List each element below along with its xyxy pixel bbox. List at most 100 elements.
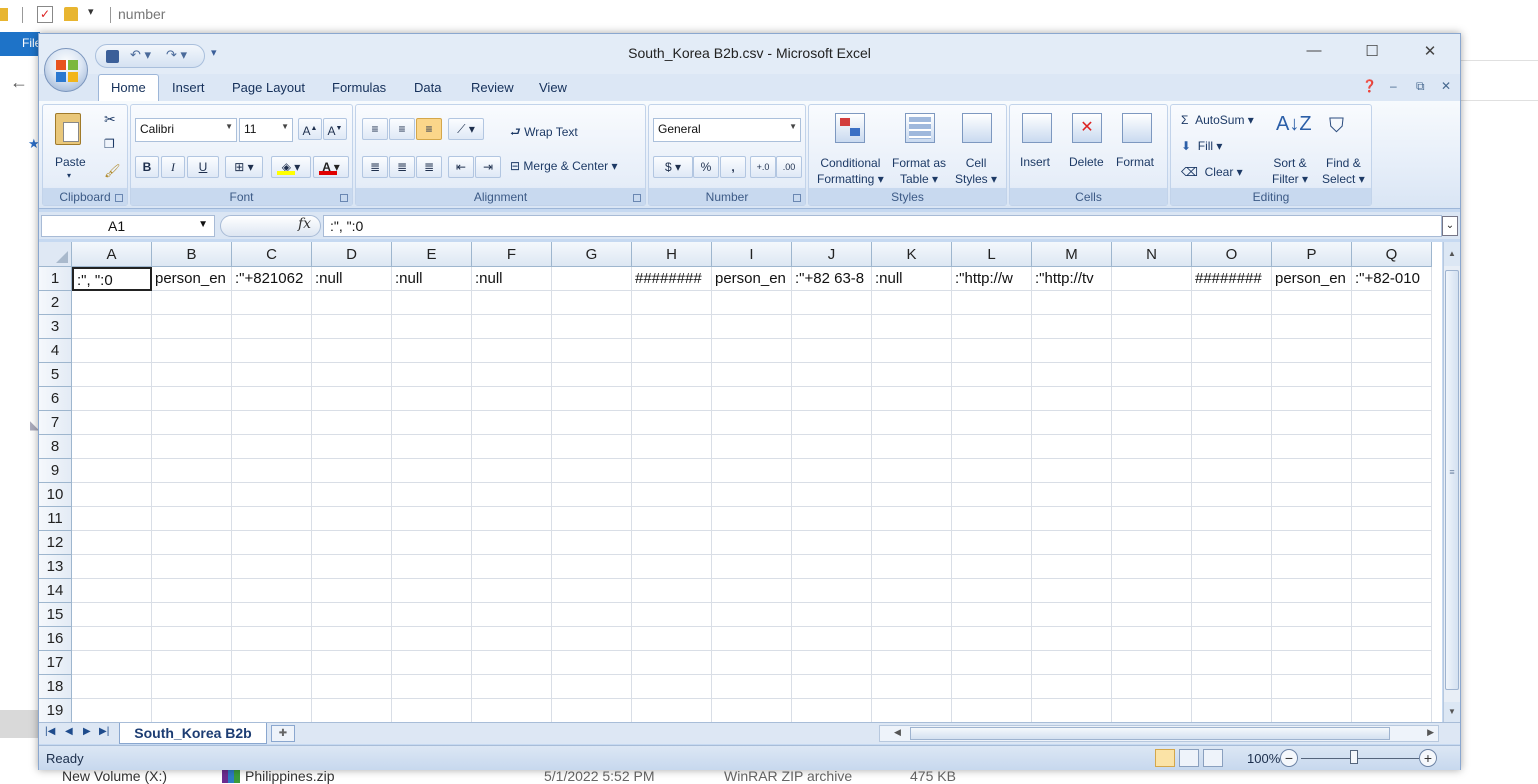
- cell-o7[interactable]: [1192, 411, 1272, 435]
- cell-c9[interactable]: [232, 459, 312, 483]
- cell-q13[interactable]: [1352, 555, 1432, 579]
- cell-a12[interactable]: [72, 531, 152, 555]
- vertical-scrollbar[interactable]: ▲ ≡ ▼: [1443, 242, 1460, 722]
- cell-styles-button[interactable]: Cell Styles ▾: [955, 155, 997, 187]
- cell-m13[interactable]: [1032, 555, 1112, 579]
- ribbon-close-icon[interactable]: ✕: [1441, 79, 1451, 93]
- cell-m3[interactable]: [1032, 315, 1112, 339]
- maximize-button[interactable]: ☐: [1357, 42, 1387, 60]
- ribbon-minimize-icon[interactable]: –: [1390, 79, 1397, 93]
- cell-b7[interactable]: [152, 411, 232, 435]
- cell-k10[interactable]: [872, 483, 952, 507]
- cell-h8[interactable]: [632, 435, 712, 459]
- column-header-e[interactable]: E: [392, 242, 472, 267]
- cell-n2[interactable]: [1112, 291, 1192, 315]
- cell-j15[interactable]: [792, 603, 872, 627]
- cell-c17[interactable]: [232, 651, 312, 675]
- cell-a14[interactable]: [72, 579, 152, 603]
- scroll-left-icon[interactable]: ◀: [894, 727, 901, 738]
- cell-e17[interactable]: [392, 651, 472, 675]
- cell-f5[interactable]: [472, 363, 552, 387]
- cell-i4[interactable]: [712, 339, 792, 363]
- cell-m8[interactable]: [1032, 435, 1112, 459]
- cell-n11[interactable]: [1112, 507, 1192, 531]
- select-all-button[interactable]: [39, 242, 72, 267]
- file-name[interactable]: Philippines.zip: [245, 768, 335, 784]
- insert-sheet-icon[interactable]: ✚: [271, 725, 295, 742]
- cell-k19[interactable]: [872, 699, 952, 722]
- cell-m7[interactable]: [1032, 411, 1112, 435]
- cell-c4[interactable]: [232, 339, 312, 363]
- cell-p9[interactable]: [1272, 459, 1352, 483]
- cell-k6[interactable]: [872, 387, 952, 411]
- cell-l9[interactable]: [952, 459, 1032, 483]
- row-header-19[interactable]: 19: [39, 699, 72, 722]
- cell-o5[interactable]: [1192, 363, 1272, 387]
- cell-i2[interactable]: [712, 291, 792, 315]
- cell-f18[interactable]: [472, 675, 552, 699]
- cell-m12[interactable]: [1032, 531, 1112, 555]
- cell-a11[interactable]: [72, 507, 152, 531]
- next-sheet-icon[interactable]: ▶: [83, 726, 91, 737]
- cut-icon[interactable]: ✂: [104, 111, 116, 128]
- cell-e6[interactable]: [392, 387, 472, 411]
- align-left-button[interactable]: ≣: [362, 156, 388, 178]
- cell-f11[interactable]: [472, 507, 552, 531]
- cell-i16[interactable]: [712, 627, 792, 651]
- cell-p1[interactable]: person_en: [1272, 267, 1352, 291]
- paste-button[interactable]: Paste: [55, 155, 86, 169]
- cell-l6[interactable]: [952, 387, 1032, 411]
- back-arrow-icon[interactable]: ←: [10, 72, 28, 93]
- cell-k13[interactable]: [872, 555, 952, 579]
- cell-n9[interactable]: [1112, 459, 1192, 483]
- cell-m16[interactable]: [1032, 627, 1112, 651]
- cell-n6[interactable]: [1112, 387, 1192, 411]
- cell-e9[interactable]: [392, 459, 472, 483]
- fill-color-button[interactable]: ◈ ▾: [271, 156, 311, 178]
- cell-o9[interactable]: [1192, 459, 1272, 483]
- cell-b10[interactable]: [152, 483, 232, 507]
- decrease-decimal-button[interactable]: .00: [776, 156, 802, 178]
- cell-b14[interactable]: [152, 579, 232, 603]
- cell-c5[interactable]: [232, 363, 312, 387]
- cell-l19[interactable]: [952, 699, 1032, 722]
- cell-k4[interactable]: [872, 339, 952, 363]
- cell-j1[interactable]: :"+82 63-8: [792, 267, 872, 291]
- cell-q3[interactable]: [1352, 315, 1432, 339]
- cell-o2[interactable]: [1192, 291, 1272, 315]
- cell-j18[interactable]: [792, 675, 872, 699]
- cell-i15[interactable]: [712, 603, 792, 627]
- cell-e14[interactable]: [392, 579, 472, 603]
- cell-b18[interactable]: [152, 675, 232, 699]
- cell-q11[interactable]: [1352, 507, 1432, 531]
- insert-cells-icon[interactable]: [1022, 113, 1052, 143]
- cell-e11[interactable]: [392, 507, 472, 531]
- cell-j4[interactable]: [792, 339, 872, 363]
- column-header-g[interactable]: G: [552, 242, 632, 267]
- cell-p6[interactable]: [1272, 387, 1352, 411]
- cell-b4[interactable]: [152, 339, 232, 363]
- cell-b11[interactable]: [152, 507, 232, 531]
- row-header-9[interactable]: 9: [39, 459, 72, 483]
- cell-b16[interactable]: [152, 627, 232, 651]
- cell-i3[interactable]: [712, 315, 792, 339]
- cell-h12[interactable]: [632, 531, 712, 555]
- row-header-10[interactable]: 10: [39, 483, 72, 507]
- normal-view-button[interactable]: [1155, 749, 1175, 767]
- cell-k18[interactable]: [872, 675, 952, 699]
- cell-k5[interactable]: [872, 363, 952, 387]
- cell-h3[interactable]: [632, 315, 712, 339]
- cell-d7[interactable]: [312, 411, 392, 435]
- cell-l4[interactable]: [952, 339, 1032, 363]
- orientation-button[interactable]: ⟋ ▾: [448, 118, 484, 140]
- cell-n4[interactable]: [1112, 339, 1192, 363]
- cell-o16[interactable]: [1192, 627, 1272, 651]
- row-header-11[interactable]: 11: [39, 507, 72, 531]
- column-header-o[interactable]: O: [1192, 242, 1272, 267]
- quick-access-dropdown-icon[interactable]: ▾: [88, 5, 94, 18]
- cell-h11[interactable]: [632, 507, 712, 531]
- cell-f13[interactable]: [472, 555, 552, 579]
- cell-k14[interactable]: [872, 579, 952, 603]
- cell-l2[interactable]: [952, 291, 1032, 315]
- new-folder-icon[interactable]: [64, 7, 78, 21]
